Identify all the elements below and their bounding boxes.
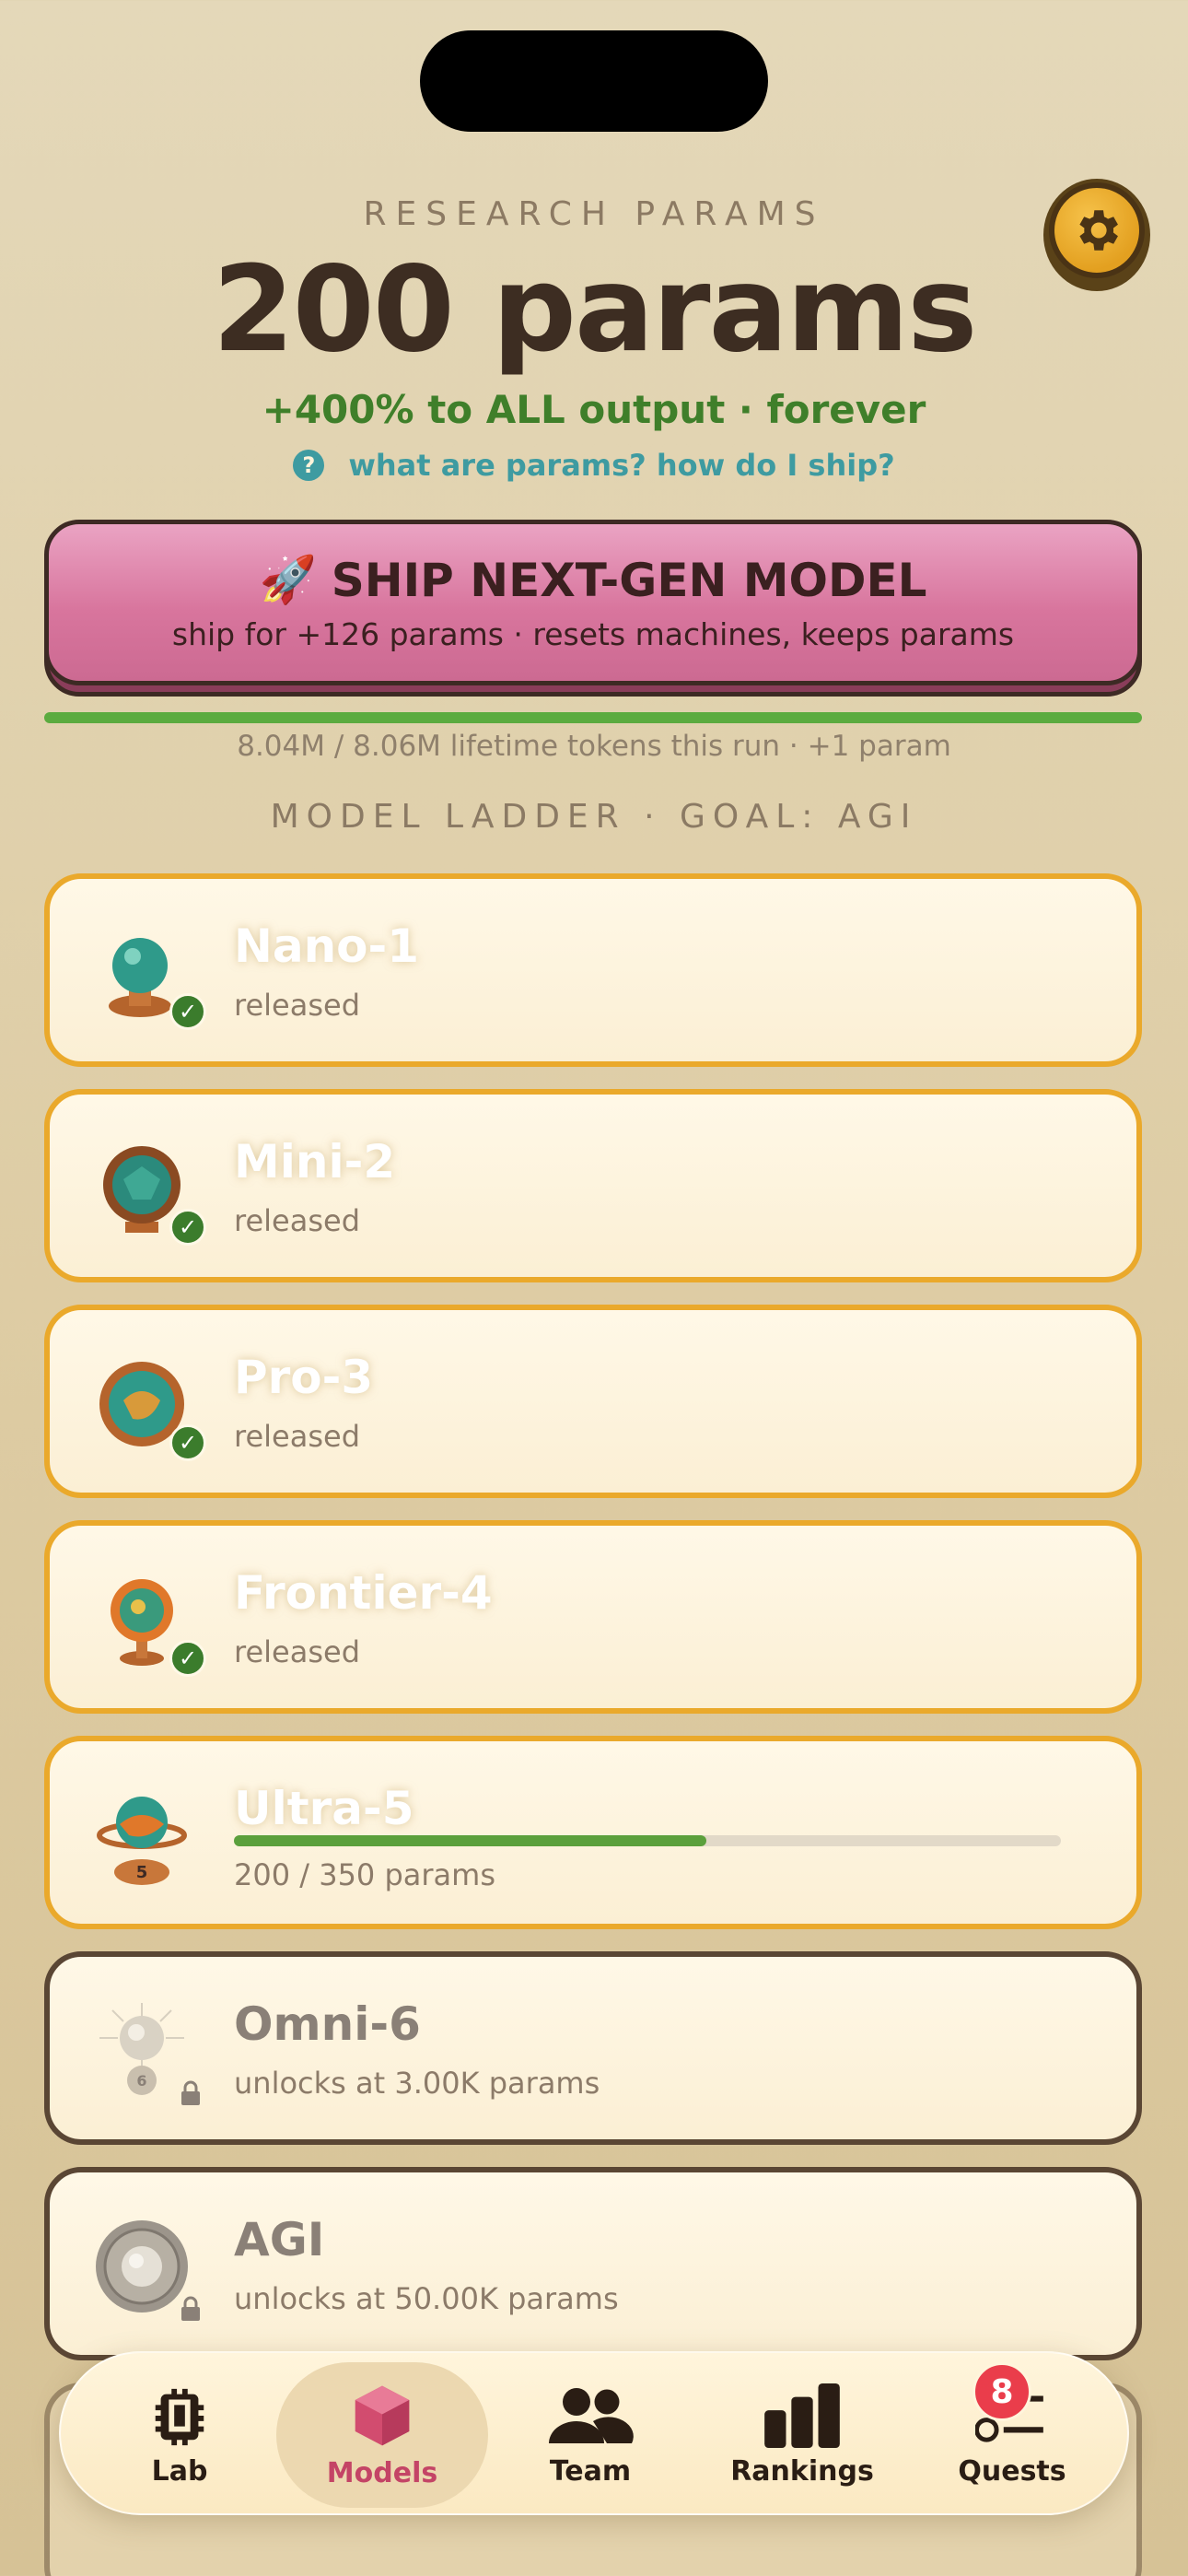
model-card-ultra-5[interactable]: 5 Ultra-5 200 / 350 params <box>44 1736 1142 1929</box>
model-name: Nano-1 <box>234 919 420 973</box>
tab-label: Lab <box>151 2454 208 2488</box>
model-status: released <box>234 1419 360 1454</box>
model-status: unlocks at 50.00K params <box>234 2281 619 2316</box>
lock-icon <box>179 2296 203 2322</box>
rocket-icon: 🚀 <box>259 553 317 606</box>
svg-text:5: 5 <box>136 1863 148 1882</box>
model-card-pro-3[interactable]: ✓ Pro-3 released <box>44 1305 1142 1498</box>
model-name: Ultra-5 <box>234 1782 414 1835</box>
people-icon <box>549 2387 634 2443</box>
model-card-nano-1[interactable]: ✓ Nano-1 released <box>44 873 1142 1067</box>
model-card-mini-2[interactable]: ✓ Mini-2 released <box>44 1089 1142 1282</box>
released-check-icon: ✓ <box>169 1209 206 1246</box>
ladder-title: MODEL LADDER · GOAL: AGI <box>270 798 918 836</box>
tab-label: Quests <box>958 2454 1066 2488</box>
model-card-frontier-4[interactable]: ✓ Frontier-4 released <box>44 1520 1142 1714</box>
ship-button-subtitle: ship for +126 params · resets machines, … <box>171 616 1015 652</box>
globe-trophy-icon: 5 <box>92 1786 193 1887</box>
svg-text:6: 6 <box>136 2072 146 2090</box>
model-name: Frontier-4 <box>234 1566 493 1620</box>
model-progress-track <box>234 1835 1061 1846</box>
params-bonus: +400% to ALL output · forever <box>262 387 926 432</box>
model-status: released <box>234 988 360 1023</box>
released-check-icon: ✓ <box>169 1424 206 1461</box>
ship-next-gen-button[interactable]: 🚀 SHIP NEXT-GEN MODEL ship for +126 para… <box>44 520 1142 697</box>
model-name: Mini-2 <box>234 1135 396 1188</box>
bar-chart-icon <box>764 2383 840 2448</box>
released-check-icon: ✓ <box>169 993 206 1030</box>
model-name: Omni-6 <box>234 1997 421 2051</box>
tab-label: Rankings <box>730 2454 874 2488</box>
tab-models[interactable]: Models <box>276 2362 488 2508</box>
help-icon: ? <box>293 450 325 481</box>
lock-icon <box>179 2080 203 2106</box>
tab-label: Team <box>549 2454 632 2488</box>
research-params-label: RESEARCH PARAMS <box>363 195 825 233</box>
ship-button-title: 🚀 SHIP NEXT-GEN MODEL <box>259 553 926 607</box>
model-status: 200 / 350 params <box>234 1857 495 1892</box>
ship-button-face: 🚀 SHIP NEXT-GEN MODEL ship for +126 para… <box>44 520 1142 685</box>
model-card-agi[interactable]: AGI unlocks at 50.00K params <box>44 2167 1142 2360</box>
tab-team[interactable]: Team <box>484 2362 696 2508</box>
model-status: released <box>234 1203 360 1238</box>
tab-lab[interactable]: Lab <box>74 2362 285 2508</box>
dynamic-island <box>420 30 768 132</box>
quests-badge: 8 <box>973 2362 1031 2421</box>
model-progress-fill <box>234 1835 706 1846</box>
cube-icon <box>355 2385 410 2445</box>
tab-bar: Lab Models Team Rankings Quests <box>59 2351 1129 2515</box>
lifetime-progress-bar <box>44 712 1142 723</box>
params-count: 200 params <box>212 241 978 379</box>
model-name: Pro-3 <box>234 1351 374 1404</box>
released-check-icon: ✓ <box>169 1640 206 1677</box>
help-link[interactable]: ? what are params? how do I ship? <box>0 448 1188 483</box>
tab-label: Models <box>326 2456 438 2489</box>
chip-icon <box>155 2388 204 2445</box>
model-name: AGI <box>234 2213 325 2266</box>
tab-rankings[interactable]: Rankings <box>696 2362 908 2508</box>
ship-button-label: SHIP NEXT-GEN MODEL <box>331 553 927 607</box>
lifetime-tokens: 8.04M / 8.06M lifetime tokens this run ·… <box>237 730 951 763</box>
model-status: released <box>234 1634 360 1669</box>
help-link-text: what are params? how do I ship? <box>348 448 895 483</box>
model-card-omni-6[interactable]: 6 Omni-6 unlocks at 3.00K params <box>44 1951 1142 2145</box>
model-status: unlocks at 3.00K params <box>234 2066 600 2101</box>
